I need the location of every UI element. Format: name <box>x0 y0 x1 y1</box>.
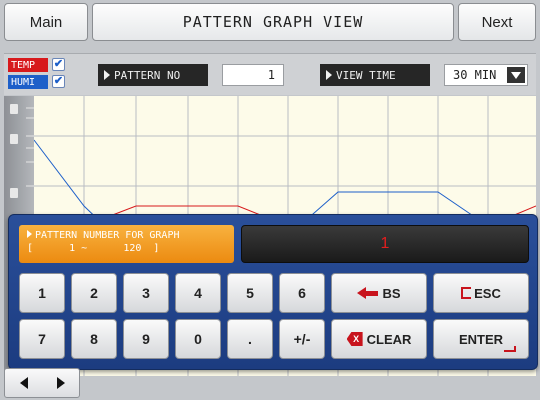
view-time-value: 30 MIN <box>453 68 497 82</box>
key-9[interactable]: 9 <box>123 319 169 359</box>
pattern-graph-screen: Main PATTERN GRAPH VIEW Next TEMP ✔ HUMI… <box>0 0 540 400</box>
key-6[interactable]: 6 <box>279 273 325 313</box>
view-time-label-text: VIEW TIME <box>336 68 396 82</box>
prompt-title: PATTERN NUMBER FOR GRAPH <box>35 230 180 241</box>
prev-page-button[interactable] <box>5 369 42 397</box>
checkmark-icon: ✔ <box>53 75 64 87</box>
triangle-right-icon <box>326 70 332 80</box>
input-prompt: PATTERN NUMBER FOR GRAPH [ 1 ~ 120 ] <box>19 225 234 263</box>
key-plus-minus[interactable]: +/- <box>279 319 325 359</box>
backspace-button[interactable]: BS <box>331 273 427 313</box>
humi-checkbox[interactable]: ✔ <box>52 75 65 88</box>
enter-button[interactable]: ENTER <box>433 319 529 359</box>
prompt-range: [ 1 ~ 120 ] <box>27 243 160 254</box>
key-2[interactable]: 2 <box>71 273 117 313</box>
key-3[interactable]: 3 <box>123 273 169 313</box>
page-title: PATTERN GRAPH VIEW <box>92 3 454 41</box>
clear-label: CLEAR <box>366 331 412 347</box>
key-0[interactable]: 0 <box>175 319 221 359</box>
next-button[interactable]: Next <box>458 3 536 41</box>
clear-button[interactable]: X CLEAR <box>331 319 427 359</box>
temp-legend-label: TEMP <box>8 58 48 72</box>
pattern-no-field[interactable]: 1 <box>222 64 284 86</box>
escape-bracket-icon <box>461 287 472 299</box>
left-arrow-icon <box>357 287 382 299</box>
next-page-button[interactable] <box>42 369 79 397</box>
key-7[interactable]: 7 <box>19 319 65 359</box>
input-display: 1 <box>241 225 529 263</box>
key-8[interactable]: 8 <box>71 319 117 359</box>
enter-return-icon <box>504 346 516 352</box>
key-decimal[interactable]: . <box>227 319 273 359</box>
triangle-right-icon <box>56 377 65 389</box>
page-nav <box>4 368 80 398</box>
checkmark-icon: ✔ <box>53 58 64 70</box>
control-bar: TEMP ✔ HUMI ✔ PATTERN NO 1 VIEW TIME 30 … <box>4 53 536 95</box>
view-time-label: VIEW TIME <box>320 64 430 86</box>
numeric-keypad: PATTERN NUMBER FOR GRAPH [ 1 ~ 120 ] 1 1… <box>8 214 538 370</box>
escape-label: ESC <box>474 285 501 301</box>
dropdown-arrow-icon <box>507 67 525 83</box>
triangle-right-icon <box>27 230 32 238</box>
main-button[interactable]: Main <box>4 3 88 41</box>
key-4[interactable]: 4 <box>175 273 221 313</box>
view-time-select[interactable]: 30 MIN <box>444 64 528 86</box>
escape-button[interactable]: ESC <box>433 273 529 313</box>
temp-checkbox[interactable]: ✔ <box>52 58 65 71</box>
backspace-label: BS <box>382 285 401 301</box>
key-1[interactable]: 1 <box>19 273 65 313</box>
humi-legend-label: HUMI <box>8 75 48 89</box>
clear-x-icon: X <box>346 332 363 346</box>
triangle-left-icon <box>19 377 28 389</box>
pattern-no-label: PATTERN NO <box>98 64 208 86</box>
enter-label: ENTER <box>458 331 504 347</box>
triangle-right-icon <box>104 70 110 80</box>
pattern-no-label-text: PATTERN NO <box>114 68 181 82</box>
key-5[interactable]: 5 <box>227 273 273 313</box>
